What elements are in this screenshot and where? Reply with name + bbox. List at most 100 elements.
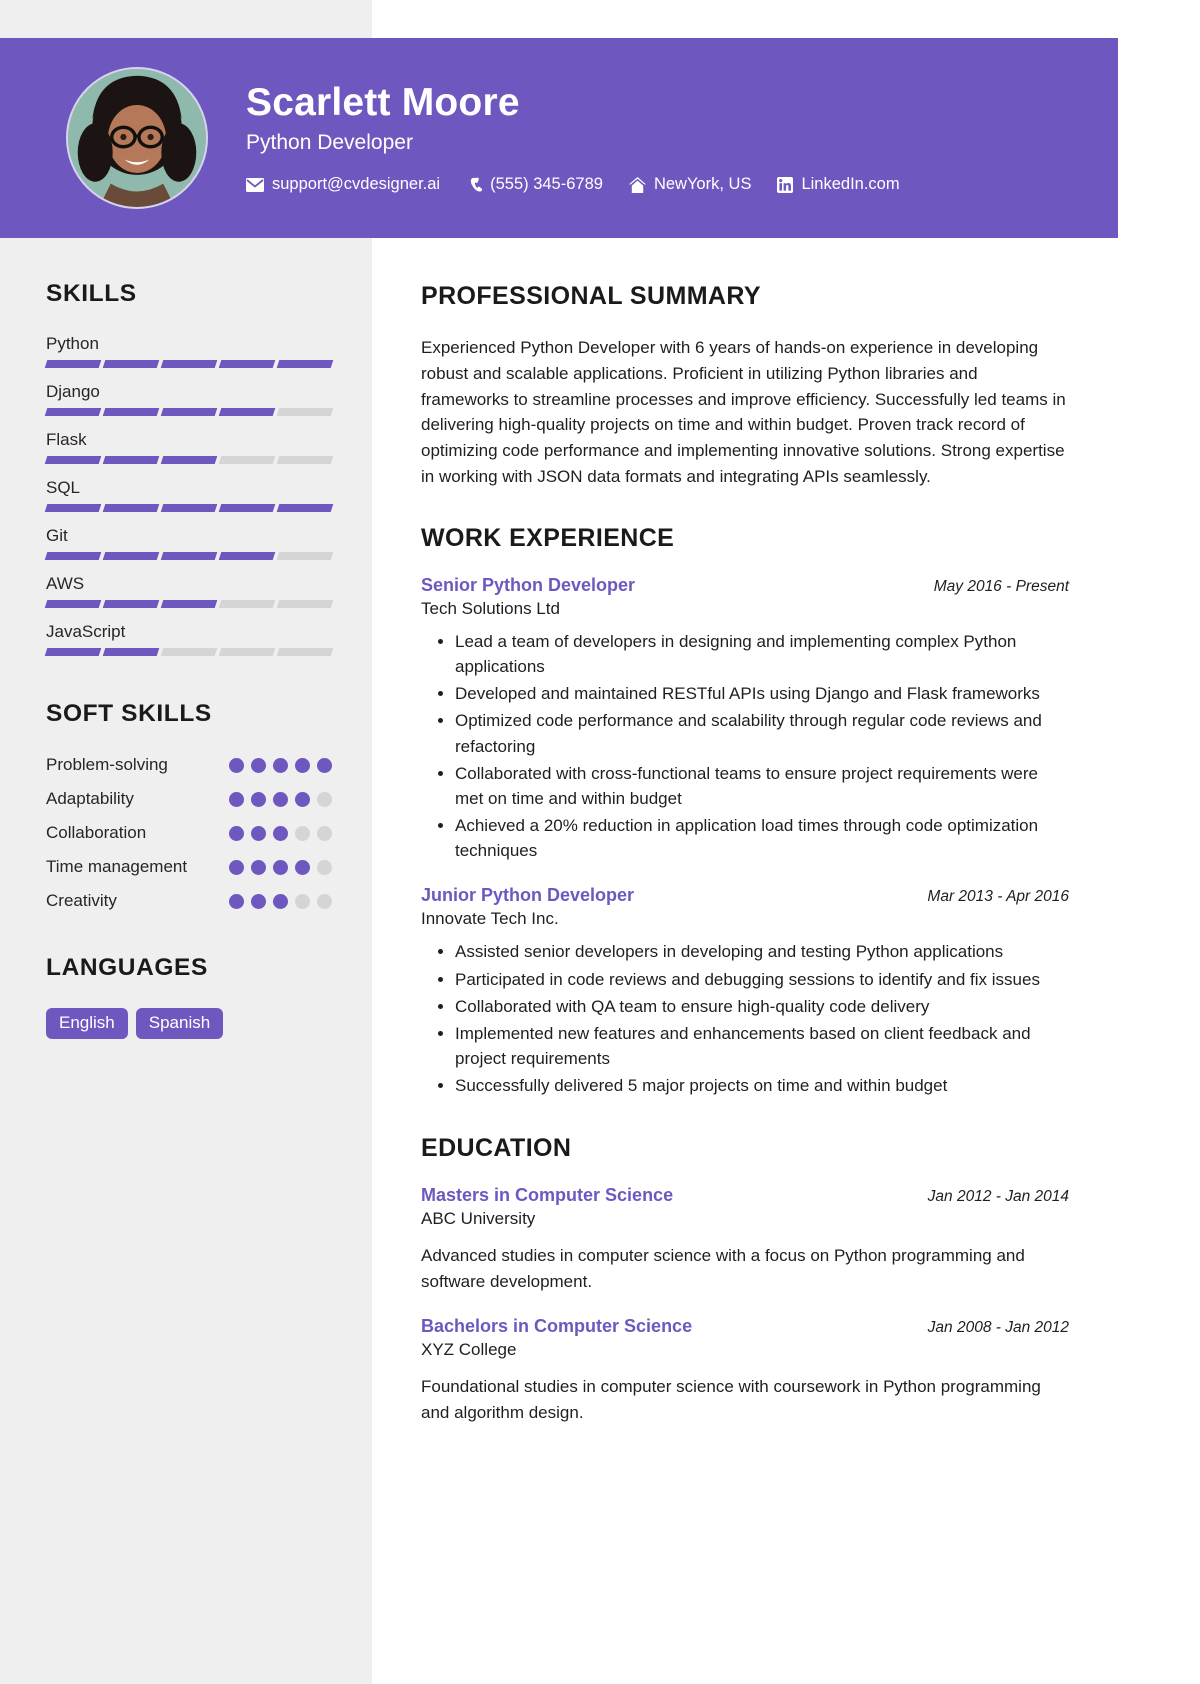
rating-dot [295,792,310,807]
rating-dot [317,894,332,909]
education-entry: Bachelors in Computer Science Jan 2008 - … [421,1316,1069,1425]
soft-skill-rating [229,822,332,841]
skill-level-segment [102,408,160,416]
linkedin-icon [777,176,794,193]
entry-title: Bachelors in Computer Science [421,1316,693,1337]
skill-item: JavaScript [44,622,334,656]
skill-item: Flask [44,430,334,464]
soft-skill-item: Creativity [46,890,332,914]
sidebar: SKILLS Python Django Flask SQL Git AWS JavaScr… [44,280,334,1039]
rating-dot [229,792,244,807]
contact-linkedin-label: LinkedIn.com [801,175,900,194]
rating-dot [251,758,266,773]
skill-label: Django [46,382,100,401]
soft-skill-item: Problem-solving [46,754,332,778]
entry-bullets: Lead a team of developers in designing a… [421,629,1069,863]
entry-header: Bachelors in Computer Science Jan 2008 - … [421,1316,1069,1337]
skill-label: Git [46,526,68,545]
home-icon [628,176,646,193]
work-list: Senior Python Developer May 2016 - Presen… [421,575,1069,1098]
entry-date: May 2016 - Present [933,577,1069,595]
bullet-item: Lead a team of developers in designing a… [455,629,1069,679]
rating-dot [295,826,310,841]
bullet-item: Collaborated with QA team to ensure high… [455,994,1069,1019]
soft-skill-label: Adaptability [46,789,134,808]
rating-dot [251,860,266,875]
skill-level-segment [160,504,218,512]
skill-level-segment [276,360,334,368]
skill-level-segment [276,600,334,608]
skill-level-bar [44,552,334,560]
skill-level-segment [44,360,102,368]
contact-phone-label: (555) 345-6789 [490,175,603,194]
education-list: Masters in Computer Science Jan 2012 - Ja… [421,1185,1069,1425]
entry-date: Jan 2008 - Jan 2012 [927,1319,1069,1337]
bullet-item: Achieved a 20% reduction in application … [455,813,1069,863]
envelope-icon [246,177,264,192]
skill-item: Git [44,526,334,560]
contact-row: support@cvdesigner.ai (555) 345-6789 New… [246,175,900,194]
skill-label: SQL [46,478,81,497]
soft-skill-rating [229,890,332,909]
entry-date: Mar 2013 - Apr 2016 [927,888,1069,906]
entry-header: Junior Python Developer Mar 2013 - Apr 20… [421,885,1069,906]
skill-level-bar [44,504,334,512]
entry-title: Junior Python Developer [421,885,635,906]
bullet-item: Implemented new features and enhancement… [455,1021,1069,1071]
rating-dot [273,826,288,841]
rating-dot [317,860,332,875]
rating-dot [295,894,310,909]
rating-dot [229,758,244,773]
soft-skill-item: Adaptability [46,788,332,812]
skill-level-segment [218,360,276,368]
skill-item: AWS [44,574,334,608]
language-badge: English [46,1008,128,1039]
soft-skill-rating [229,788,332,807]
entry-description: Foundational studies in computer science… [421,1377,1041,1422]
skill-level-segment [44,552,102,560]
rating-dot [229,860,244,875]
soft-skill-label: Creativity [46,891,117,910]
skill-item: Django [44,382,334,416]
skill-level-segment [160,648,218,656]
rating-dot [251,826,266,841]
bullet-item: Developed and maintained RESTful APIs us… [455,681,1069,706]
skill-label: Flask [46,430,87,449]
skill-level-segment [218,504,276,512]
skill-level-segment [44,600,102,608]
skill-level-segment [102,648,160,656]
entry-description: Advanced studies in computer science wit… [421,1246,1025,1291]
phone-icon [466,177,483,193]
skill-level-bar [44,408,334,416]
bullet-item: Participated in code reviews and debuggi… [455,967,1069,992]
contact-linkedin[interactable]: LinkedIn.com [777,175,900,194]
education-heading: EDUCATION [421,1134,572,1163]
rating-dot [273,894,288,909]
resume-page: Scarlett Moore Python Developer support@… [0,0,1200,1684]
skill-level-segment [218,456,276,464]
skill-label: AWS [46,574,85,593]
rating-dot [295,860,310,875]
contact-email[interactable]: support@cvdesigner.ai [246,175,440,194]
skill-level-segment [160,360,218,368]
job-title: Python Developer [246,131,413,155]
skill-level-segment [160,600,218,608]
page-title: Scarlett Moore [246,80,520,124]
contact-phone[interactable]: (555) 345-6789 [466,175,603,194]
skill-level-segment [276,408,334,416]
language-badge: Spanish [135,1008,224,1039]
bullet-item: Successfully delivered 5 major projects … [455,1073,1069,1098]
work-entry: Junior Python Developer Mar 2013 - Apr 20… [421,885,1069,1098]
contact-location[interactable]: NewYork, US [628,175,752,194]
skill-level-bar [44,600,334,608]
contact-location-label: NewYork, US [653,175,752,194]
entry-organization: ABC University [421,1209,536,1229]
education-entry: Masters in Computer Science Jan 2012 - Ja… [421,1185,1069,1294]
entry-title: Masters in Computer Science [421,1185,674,1206]
rating-dot [251,792,266,807]
skill-level-segment [218,408,276,416]
skill-level-segment [102,504,160,512]
resume-header: Scarlett Moore Python Developer support@… [0,38,1118,238]
